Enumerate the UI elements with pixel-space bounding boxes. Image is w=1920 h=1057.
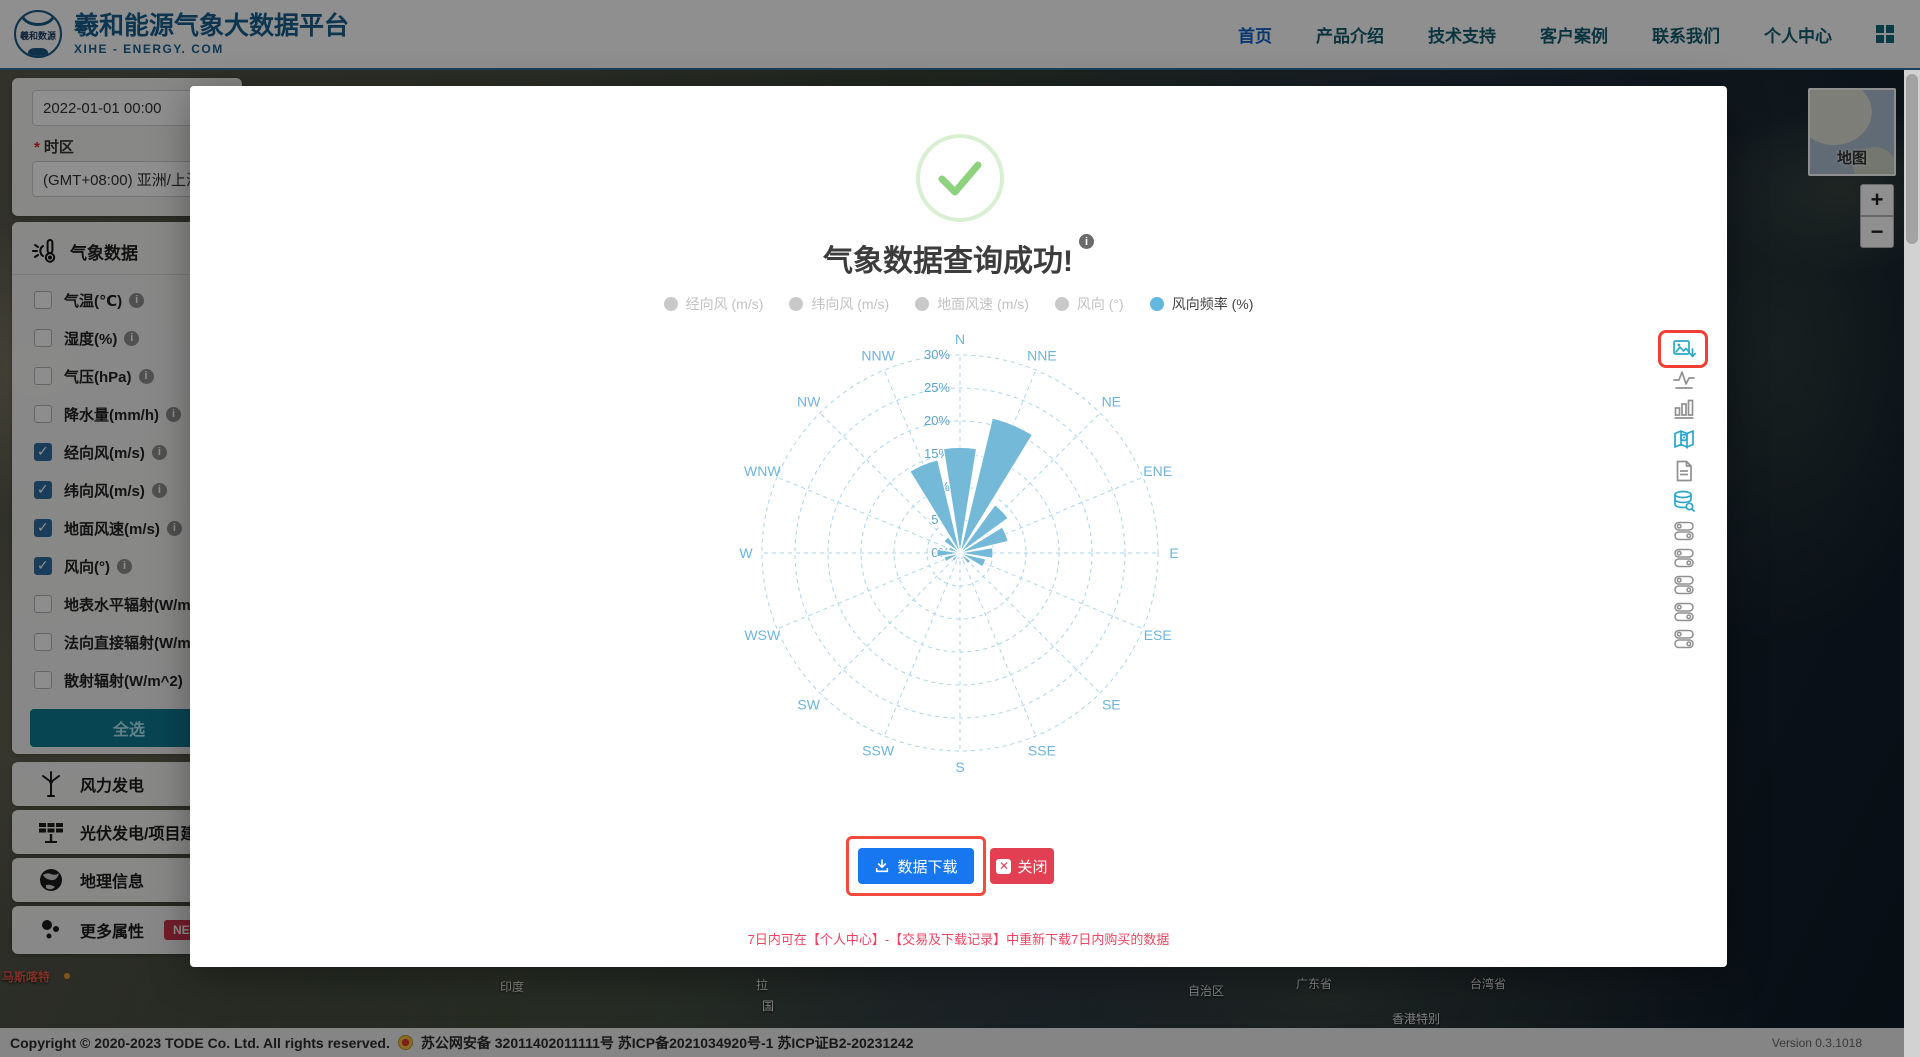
toggle-list-icon[interactable]	[1672, 627, 1696, 651]
toggle-list-icon[interactable]	[1672, 546, 1696, 570]
legend-item-v-wind[interactable]: 纬向风 (m/s)	[789, 294, 889, 314]
svg-text:WSW: WSW	[744, 627, 781, 643]
svg-text:20%: 20%	[924, 413, 950, 428]
legend-item-surface-wind[interactable]: 地面风速 (m/s)	[915, 294, 1029, 314]
redownload-note: 7日内可在【个人中心】-【交易及下载记录】中重新下载7日内购买的数据	[747, 932, 1170, 947]
svg-text:SSE: SSE	[1028, 743, 1056, 759]
legend-item-u-wind[interactable]: 经向风 (m/s)	[663, 294, 763, 314]
legend-item-wind-freq[interactable]: 风向频率 (%)	[1149, 294, 1253, 314]
svg-text:NW: NW	[797, 394, 821, 410]
svg-text:S: S	[955, 759, 964, 775]
svg-text:30%: 30%	[924, 347, 950, 362]
close-button[interactable]: ✕ 关闭	[990, 848, 1054, 884]
toggle-list-icon[interactable]	[1672, 519, 1696, 543]
modal-title: 气象数据查询成功!	[823, 245, 1073, 278]
info-icon[interactable]: i	[1079, 234, 1094, 249]
legend-dot	[1149, 297, 1164, 311]
database-search-icon[interactable]	[1672, 489, 1696, 513]
image-download-icon[interactable]	[1672, 337, 1696, 361]
legend-item-wind-dir[interactable]: 风向 (°)	[1054, 294, 1124, 314]
bar-chart-icon[interactable]	[1672, 397, 1696, 421]
svg-text:WNW: WNW	[744, 463, 781, 479]
svg-text:NE: NE	[1102, 394, 1121, 410]
success-check-icon	[914, 132, 1006, 229]
svg-text:NNW: NNW	[861, 347, 895, 363]
line-chart-icon[interactable]	[1672, 367, 1696, 391]
svg-text:N: N	[955, 331, 965, 347]
toggle-list-icon[interactable]	[1672, 600, 1696, 624]
svg-text:SSW: SSW	[862, 743, 895, 759]
chart-legend: 经向风 (m/s) 纬向风 (m/s) 地面风速 (m/s) 风向 (°) 风向…	[190, 294, 1727, 314]
toggle-list-icon[interactable]	[1672, 573, 1696, 597]
svg-text:ENE: ENE	[1143, 463, 1172, 479]
scrollbar-thumb[interactable]	[1906, 74, 1918, 244]
page-scrollbar[interactable]	[1904, 70, 1920, 1057]
svg-text:NNE: NNE	[1027, 347, 1057, 363]
wind-rose-chart[interactable]: 30%25%20%15%10%5%0%NNNENEENEEESESESSESSS…	[700, 325, 1220, 795]
map-view-icon[interactable]	[1672, 427, 1696, 451]
document-icon[interactable]	[1672, 459, 1696, 483]
legend-dot	[915, 297, 930, 311]
query-success-modal: 气象数据查询成功! i 经向风 (m/s) 纬向风 (m/s) 地面风速 (m/…	[190, 86, 1727, 967]
close-x-icon: ✕	[996, 858, 1012, 874]
svg-text:W: W	[739, 545, 753, 561]
legend-dot	[789, 297, 804, 311]
svg-text:E: E	[1169, 545, 1178, 561]
svg-text:ESE: ESE	[1144, 627, 1172, 643]
data-download-button[interactable]: 数据下载	[858, 848, 974, 884]
svg-text:SW: SW	[797, 696, 820, 712]
legend-dot	[663, 297, 678, 311]
download-icon	[876, 859, 889, 873]
svg-text:25%: 25%	[924, 380, 950, 395]
app: 印度 拉 国 自治区 广东省 香港特别 台湾省 马斯喀特 羲和数源 羲和能源气象…	[0, 0, 1920, 1057]
svg-text:SE: SE	[1102, 696, 1121, 712]
legend-dot	[1054, 297, 1069, 311]
